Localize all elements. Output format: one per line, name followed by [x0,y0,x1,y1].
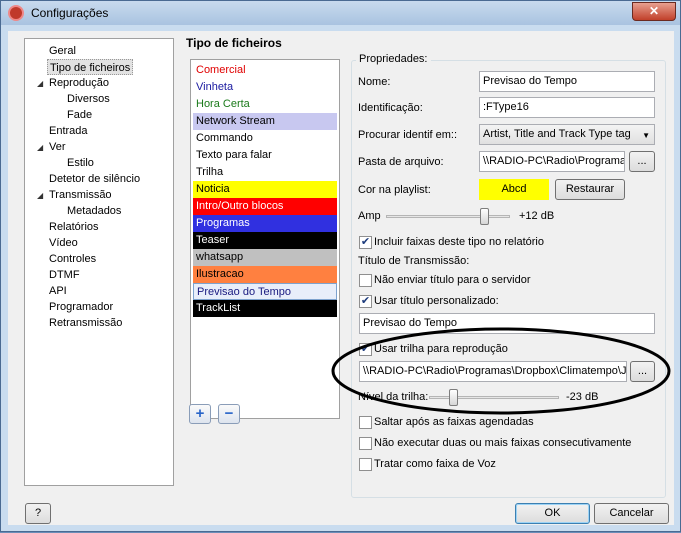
id-field[interactable]: :FType16 [479,97,655,118]
folder-field[interactable]: \\RADIO-PC\Radio\Programas [479,151,625,172]
close-button[interactable]: ✕ [632,2,676,21]
tree-item[interactable]: DTMF [47,267,82,283]
file-type-item[interactable]: Network Stream [193,113,337,130]
track-level-value: -23 dB [566,391,599,403]
tree-item[interactable]: Vídeo [47,235,80,251]
file-type-item[interactable]: TrackList [193,300,337,317]
file-type-item[interactable]: Commando [193,130,337,147]
playlist-color-label: Cor na playlist: [358,184,431,196]
search-in-label: Procurar identif em:: [358,129,458,141]
tree-item[interactable]: Ver [47,139,68,155]
settings-window: Configurações ✕ Geral Tipo de ficheiros ◢ R… [0,0,681,532]
file-type-item[interactable]: Teaser [193,232,337,249]
tree-item[interactable]: API [47,283,69,299]
use-track-checkbox[interactable]: ✔ [359,343,372,356]
search-in-value: Artist, Title and Track Type tag [483,128,631,140]
no-send-title-checkbox[interactable] [359,274,372,287]
file-type-item[interactable]: Intro/Outro blocos [193,198,337,215]
file-type-item[interactable]: Vinheta [193,79,337,96]
file-type-item[interactable]: Noticia [193,181,337,198]
tree-item[interactable]: Controles [47,251,98,267]
tree-item[interactable]: Geral [47,43,78,59]
title-bar[interactable]: Configurações ✕ [1,1,680,25]
tree-item[interactable]: Retransmissão [47,315,124,331]
amp-slider-thumb[interactable] [480,208,489,225]
file-type-item[interactable]: Previsao do Tempo [193,283,337,300]
cancel-button[interactable]: Cancelar [594,503,669,524]
use-track-label: Usar trilha para reprodução [374,343,508,355]
page-title: Tipo de ficheiros [186,36,282,50]
treat-voice-checkbox[interactable] [359,458,372,471]
track-level-slider-thumb[interactable] [449,389,458,406]
chevron-down-icon: ▼ [642,131,650,140]
expander-icon[interactable]: ◢ [37,79,43,88]
add-type-button[interactable]: + [189,404,211,424]
no-send-title-label: Não enviar título para o servidor [374,274,531,286]
track-path-field[interactable]: \\RADIO-PC\Radio\Programas\Dropbox\Clima… [359,361,627,382]
properties-title: Propriedades: [356,53,431,65]
name-field[interactable]: Previsao do Tempo [479,71,655,92]
settings-tree[interactable]: Geral Tipo de ficheiros ◢ Reprodução Diverso… [24,38,174,486]
folder-label: Pasta de arquivo: [358,156,444,168]
app-icon [8,5,24,21]
transmission-title-label: Título de Transmissão: [358,255,470,267]
remove-type-button[interactable]: − [218,404,240,424]
skip-scheduled-checkbox[interactable] [359,416,372,429]
tree-item[interactable]: Programador [47,299,115,315]
expander-icon[interactable]: ◢ [37,191,43,200]
name-label: Nome: [358,76,391,88]
tree-item[interactable]: Fade [65,107,94,123]
color-sample[interactable]: Abcd [479,179,549,200]
treat-voice-label: Tratar como faixa de Voz [374,458,496,470]
custom-title-checkbox[interactable]: ✔ [359,295,372,308]
amp-label: Amp [358,210,381,222]
file-type-item[interactable]: Texto para falar [193,147,337,164]
tree-item[interactable]: Reprodução [47,75,111,91]
id-label: Identificação: [358,102,423,114]
dialog-body: Geral Tipo de ficheiros ◢ Reprodução Diverso… [8,31,674,525]
file-types-list[interactable]: Comercial Vinheta Hora Certa Network Stream… [190,59,340,419]
search-in-select[interactable]: Artist, Title and Track Type tag ▼ [479,124,655,145]
file-type-item[interactable]: Hora Certa [193,96,337,113]
tree-item[interactable]: Diversos [65,91,112,107]
tree-item[interactable]: Detetor de silêncio [47,171,142,187]
amp-value: +12 dB [519,210,555,222]
no-consecutive-label: Não executar duas ou mais faixas consecu… [374,437,632,449]
expander-icon[interactable]: ◢ [37,143,43,152]
file-type-item[interactable]: Ilustracao [193,266,337,283]
include-report-label: Incluir faixas deste tipo no relatório [374,236,544,248]
file-type-item[interactable]: whatsapp [193,249,337,266]
custom-title-label: Usar título personalizado: [374,295,499,307]
browse-track-button[interactable]: ... [630,361,655,382]
tree-item[interactable]: Entrada [47,123,90,139]
help-button[interactable]: ? [25,503,51,524]
file-type-item[interactable]: Programas [193,215,337,232]
tree-item[interactable]: Estilo [65,155,96,171]
restore-button[interactable]: Restaurar [555,179,625,200]
tree-item[interactable]: Metadados [65,203,123,219]
file-type-item[interactable]: Trilha [193,164,337,181]
custom-title-field[interactable]: Previsao do Tempo [359,313,655,334]
tree-item[interactable]: Relatórios [47,219,101,235]
no-consecutive-checkbox[interactable] [359,437,372,450]
tree-item[interactable]: Tipo de ficheiros [47,59,134,75]
track-level-label: Nível da trilha: [358,391,429,403]
browse-folder-button[interactable]: ... [629,151,655,172]
ok-button[interactable]: OK [515,503,590,524]
amp-slider[interactable] [386,215,510,218]
tree-item[interactable]: Transmissão [47,187,114,203]
skip-scheduled-label: Saltar após as faixas agendadas [374,416,534,428]
file-type-item[interactable]: Comercial [193,62,337,79]
window-title: Configurações [31,6,109,20]
include-report-checkbox[interactable]: ✔ [359,236,372,249]
